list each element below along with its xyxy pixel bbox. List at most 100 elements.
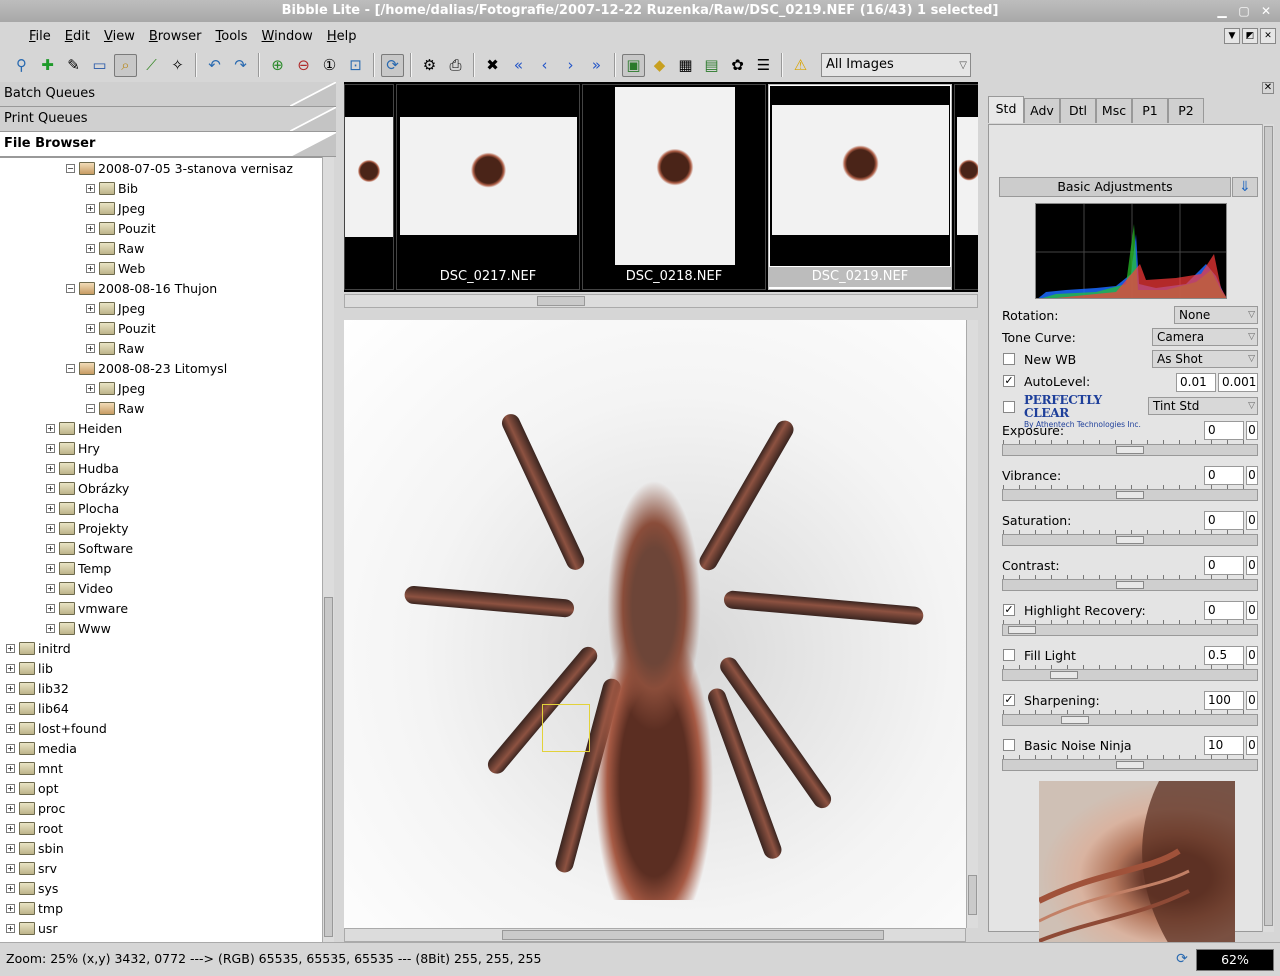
expand-icon[interactable]: +: [46, 483, 55, 493]
tree-item[interactable]: + opt: [0, 778, 322, 798]
mdi-restore-icon[interactable]: ◩: [1242, 28, 1258, 44]
autolevel-low-input[interactable]: 0.01: [1176, 373, 1216, 392]
tree-item[interactable]: + lib: [0, 658, 322, 678]
tree-item[interactable]: + Hudba: [0, 458, 322, 478]
slider-reset-button[interactable]: 0: [1246, 511, 1258, 530]
slider-track[interactable]: [1002, 444, 1258, 456]
tree-item[interactable]: + Jpeg: [0, 378, 322, 398]
filter-select[interactable]: All Images ▽: [821, 53, 971, 77]
expand-icon[interactable]: +: [86, 203, 95, 213]
expand-icon[interactable]: +: [46, 463, 55, 473]
zoom-in-icon[interactable]: ⊕: [266, 54, 289, 77]
tree-item[interactable]: + initrd: [0, 638, 322, 658]
thumbnail-dsc-0218[interactable]: DSC_0218.NEF: [582, 84, 766, 290]
tree-item[interactable]: + Web: [0, 258, 322, 278]
tree-item[interactable]: + sbin: [0, 838, 322, 858]
tree-item[interactable]: + root: [0, 818, 322, 838]
slider-track[interactable]: [1002, 579, 1258, 591]
tree-item[interactable]: + proc: [0, 798, 322, 818]
slider-knob[interactable]: [1116, 536, 1144, 544]
close-icon[interactable]: ✕: [1258, 0, 1274, 22]
slider-reset-button[interactable]: 0: [1246, 421, 1258, 440]
slider-track[interactable]: [1002, 669, 1258, 681]
slider-reset-button[interactable]: 0: [1246, 556, 1258, 575]
tree-item[interactable]: + media: [0, 738, 322, 758]
menu-browser[interactable]: Browser: [142, 29, 209, 44]
tone-curve-select[interactable]: Camera ▽: [1152, 328, 1258, 346]
slider-track[interactable]: [1002, 624, 1258, 636]
delete-icon[interactable]: ✖: [481, 54, 504, 77]
mdi-menu-icon[interactable]: ▼: [1224, 28, 1240, 44]
magic-wand-icon[interactable]: ✧: [166, 54, 189, 77]
slider-knob[interactable]: [1116, 761, 1144, 769]
tree-item[interactable]: − 2008-07-05 3-stanova vernisaz: [0, 158, 322, 178]
tree-item[interactable]: + Plocha: [0, 498, 322, 518]
zoom-out-icon[interactable]: ⊖: [292, 54, 315, 77]
tree-item[interactable]: + Hry: [0, 438, 322, 458]
image-viewer[interactable]: [344, 320, 966, 928]
expand-icon[interactable]: +: [46, 443, 55, 453]
perfectly-clear-checkbox[interactable]: [1003, 401, 1015, 413]
slider-value-input[interactable]: 0: [1204, 556, 1244, 575]
maximize-icon[interactable]: ▢: [1236, 0, 1252, 22]
tab-std[interactable]: Std: [988, 96, 1024, 123]
tab-file-browser[interactable]: File Browser: [0, 132, 336, 157]
expand-icon[interactable]: +: [6, 923, 15, 933]
new-wb-select[interactable]: As Shot ▽: [1152, 350, 1258, 368]
focus-box[interactable]: [542, 704, 590, 752]
slider-track[interactable]: [1002, 714, 1258, 726]
adjustments-scrollbar-thumb[interactable]: [1264, 126, 1273, 926]
tree-item[interactable]: + Jpeg: [0, 298, 322, 318]
expand-icon[interactable]: +: [46, 423, 55, 433]
expand-icon[interactable]: +: [6, 703, 15, 713]
basic-adjustments-header[interactable]: Basic Adjustments: [999, 177, 1231, 197]
tree-item[interactable]: + Video: [0, 578, 322, 598]
undo-icon[interactable]: ↶: [203, 54, 226, 77]
tree-item[interactable]: − Raw: [0, 398, 322, 418]
next-icon[interactable]: ›: [559, 54, 582, 77]
viewer-horizontal-scrollbar[interactable]: [344, 928, 966, 942]
tree-scrollbar[interactable]: [322, 157, 334, 942]
expand-icon[interactable]: +: [6, 903, 15, 913]
collapse-icon[interactable]: −: [86, 403, 95, 413]
thumbnail-dsc-0217[interactable]: DSC_0217.NEF: [396, 84, 580, 290]
image-view-icon[interactable]: ▣: [622, 53, 645, 77]
slider-checkbox[interactable]: ✓: [1003, 694, 1015, 706]
slider-value-input[interactable]: 10: [1204, 736, 1244, 755]
menu-view[interactable]: View: [97, 29, 142, 44]
warning-icon[interactable]: ⚠: [789, 54, 812, 77]
slider-value-input[interactable]: 100: [1204, 691, 1244, 710]
expand-icon[interactable]: +: [86, 223, 95, 233]
rotation-select[interactable]: None ▽: [1174, 306, 1258, 324]
adjustments-scrollbar[interactable]: [1262, 124, 1274, 932]
tree-item[interactable]: + tmp: [0, 898, 322, 918]
panel-close-icon[interactable]: ✕: [1262, 82, 1274, 94]
menu-file[interactable]: File: [22, 29, 58, 44]
tab-msc[interactable]: Msc: [1096, 98, 1132, 123]
slider-reset-button[interactable]: 0: [1246, 736, 1258, 755]
thumbnail-dsc-0219[interactable]: DSC_0219.NEF: [768, 84, 952, 290]
autolevel-high-input[interactable]: 0.001: [1218, 373, 1258, 392]
expand-icon[interactable]: +: [86, 323, 95, 333]
tree-item[interactable]: + vmware: [0, 598, 322, 618]
minimize-icon[interactable]: ▁: [1214, 0, 1230, 22]
expand-icon[interactable]: +: [6, 763, 15, 773]
grid-icon[interactable]: ▦: [674, 54, 697, 77]
add-icon[interactable]: ✚: [36, 54, 59, 77]
thumbnail-scrollbar-thumb[interactable]: [537, 296, 585, 306]
expand-icon[interactable]: +: [46, 623, 55, 633]
expand-icon[interactable]: +: [46, 563, 55, 573]
tree-item[interactable]: + usr: [0, 918, 322, 938]
tree-item[interactable]: + Temp: [0, 558, 322, 578]
slider-checkbox[interactable]: [1003, 739, 1015, 751]
slider-knob[interactable]: [1050, 671, 1078, 679]
thumbnail-partial-left[interactable]: [344, 84, 394, 290]
settings-icon[interactable]: ⚙: [418, 54, 441, 77]
slider-value-input[interactable]: 0.5: [1204, 646, 1244, 665]
collapse-icon[interactable]: −: [66, 163, 75, 173]
tag-icon[interactable]: ◆: [648, 54, 671, 77]
expand-icon[interactable]: +: [86, 183, 95, 193]
level-icon[interactable]: ⟋: [140, 54, 163, 77]
tree-item[interactable]: + lost+found: [0, 718, 322, 738]
viewer-horizontal-scrollbar-thumb[interactable]: [502, 930, 884, 940]
